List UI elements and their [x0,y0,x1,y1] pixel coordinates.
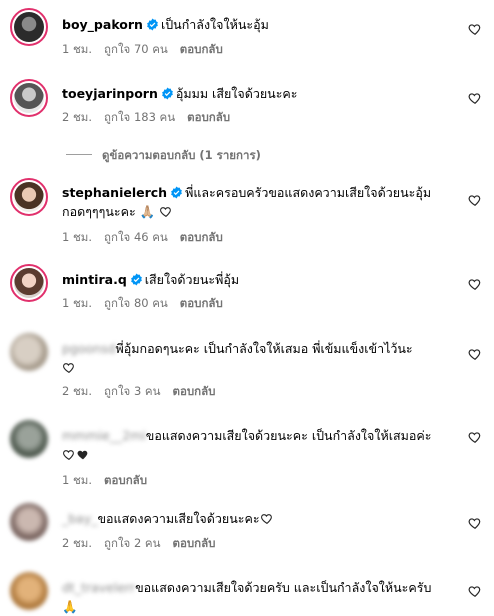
comment-text: อุ้มมม เสียใจด้วยนะคะ [175,86,298,101]
comment-text-line: mmmie__2miขอแสดงความเสียใจด้วยนะคะ เป็นก… [62,426,454,464]
username[interactable]: _bay_ [62,511,98,526]
comment-text: ขอแสดงความเสียใจด้วยครับ และเป็นกำลังใจใ… [135,580,432,595]
timestamp: 2 ชม. [62,110,93,124]
like-heart-icon[interactable] [468,277,482,291]
comment-text-continued: กอดๆๆๆนะคะ 🙏🏼 [62,204,156,219]
comment-text: เสียใจด้วยนะพี่อุ้ม [144,272,240,287]
username[interactable]: dt_travelerr [62,580,135,595]
comment-meta: 2 ชม. ถูกใจ 2 คน ตอบกลับ [62,536,227,550]
timestamp: 1 ชม. [62,42,93,56]
like-heart-icon[interactable] [468,430,482,444]
comment-meta: 1 ชม. ถูกใจ 70 คน ตอบกลับ [62,42,235,56]
avatar[interactable] [10,333,48,371]
avatar[interactable] [10,572,48,610]
verified-badge-icon [146,18,159,31]
username[interactable]: toeyjarinporn [62,86,158,101]
heart-emoji-icon [159,205,173,218]
like-heart-icon[interactable] [468,91,482,105]
avatar[interactable] [10,8,48,46]
comment-text-continued: 🙏 [62,599,78,614]
username[interactable]: boy_pakorn [62,17,143,32]
avatar[interactable] [10,420,48,458]
reply-button[interactable]: ตอบกลับ [180,296,223,310]
timestamp: 1 ชม. [62,230,93,244]
comment-text-line: _bay_ขอแสดงความเสียใจด้วยนะคะ [62,509,454,528]
comment-meta: 1 ชม. ถูกใจ 80 คน ตอบกลับ [62,296,235,310]
avatar[interactable] [10,79,48,117]
reply-button[interactable]: ตอบกลับ [172,536,215,550]
comment-text: ขอแสดงความเสียใจด้วยนะคะ [97,511,260,526]
timestamp: 2 ชม. [62,536,93,550]
reply-button[interactable]: ตอบกลับ [180,230,223,244]
avatar[interactable] [10,264,48,302]
username[interactable]: pgoonsd [62,341,116,356]
reply-button[interactable]: ตอบกลับ [187,110,230,124]
like-heart-icon[interactable] [468,516,482,530]
likes-count[interactable]: ถูกใจ 70 คน [104,42,168,56]
comment-meta: 2 ชม. ถูกใจ 3 คน ตอบกลับ [62,384,227,398]
username[interactable]: mmmie__2mi [62,428,146,443]
comment-text-line: toeyjarinporn อุ้มมม เสียใจด้วยนะคะ [62,84,454,103]
like-heart-icon[interactable] [468,22,482,36]
likes-count[interactable]: ถูกใจ 46 คน [104,230,168,244]
black-heart-emoji-icon [76,448,90,461]
like-heart-icon[interactable] [468,193,482,207]
verified-badge-icon [161,87,174,100]
comment-text: พี่และครอบครัวขอแสดงความเสียใจด้วยนะอุ้ม [185,185,432,200]
comment-meta: 1 ชม. ถูกใจ 46 คน ตอบกลับ [62,230,235,244]
comment-meta: 1 ชม. ตอบกลับ [62,473,159,487]
likes-count[interactable]: ถูกใจ 3 คน [104,384,160,398]
divider-line [66,154,92,155]
heart-emoji-icon [260,512,274,525]
likes-count[interactable]: ถูกใจ 183 คน [104,110,175,124]
timestamp: 1 ชม. [62,296,93,310]
comment-text: เป็นกำลังใจให้นะอุ้ม [160,17,269,32]
timestamp: 2 ชม. [62,384,93,398]
comment-text: ขอแสดงความเสียใจด้วยนะคะ เป็นกำลังใจให้เ… [145,428,432,443]
like-heart-icon[interactable] [468,584,482,598]
reply-button[interactable]: ตอบกลับ [104,473,147,487]
verified-badge-icon [170,186,183,199]
verified-badge-icon [130,273,143,286]
avatar[interactable] [10,178,48,216]
view-replies-label: ดูข้อความตอบกลับ (1 รายการ) [102,148,261,162]
likes-count[interactable]: ถูกใจ 80 คน [104,296,168,310]
comment-text: พี่อุ้มกอดๆนะคะ เป็นกำลังใจให้เสมอ พี่เข… [115,341,413,356]
reply-button[interactable]: ตอบกลับ [180,42,223,56]
username[interactable]: mintira.q [62,272,127,287]
comment-meta: 2 ชม. ถูกใจ 183 คน ตอบกลับ [62,110,242,124]
likes-count[interactable]: ถูกใจ 2 คน [104,536,160,550]
like-heart-icon[interactable] [468,347,482,361]
comment-text-line: dt_travelerrขอแสดงความเสียใจด้วยครับ และ… [62,578,454,616]
username[interactable]: stephanielerch [62,185,167,200]
reply-button[interactable]: ตอบกลับ [172,384,215,398]
heart-emoji-icon [62,361,76,374]
avatar[interactable] [10,503,48,541]
view-replies-button[interactable]: ดูข้อความตอบกลับ (1 รายการ) [66,147,261,165]
comment-text-line: mintira.q เสียใจด้วยนะพี่อุ้ม [62,270,454,289]
timestamp: 1 ชม. [62,473,93,487]
heart-emoji-icon [62,448,76,461]
comment-text-line: pgoonsdพี่อุ้มกอดๆนะคะ เป็นกำลังใจให้เสม… [62,339,454,377]
comment-text-line: boy_pakorn เป็นกำลังใจให้นะอุ้ม [62,15,454,34]
comment-text-line: stephanielerch พี่และครอบครัวขอแสดงความเส… [62,183,454,221]
